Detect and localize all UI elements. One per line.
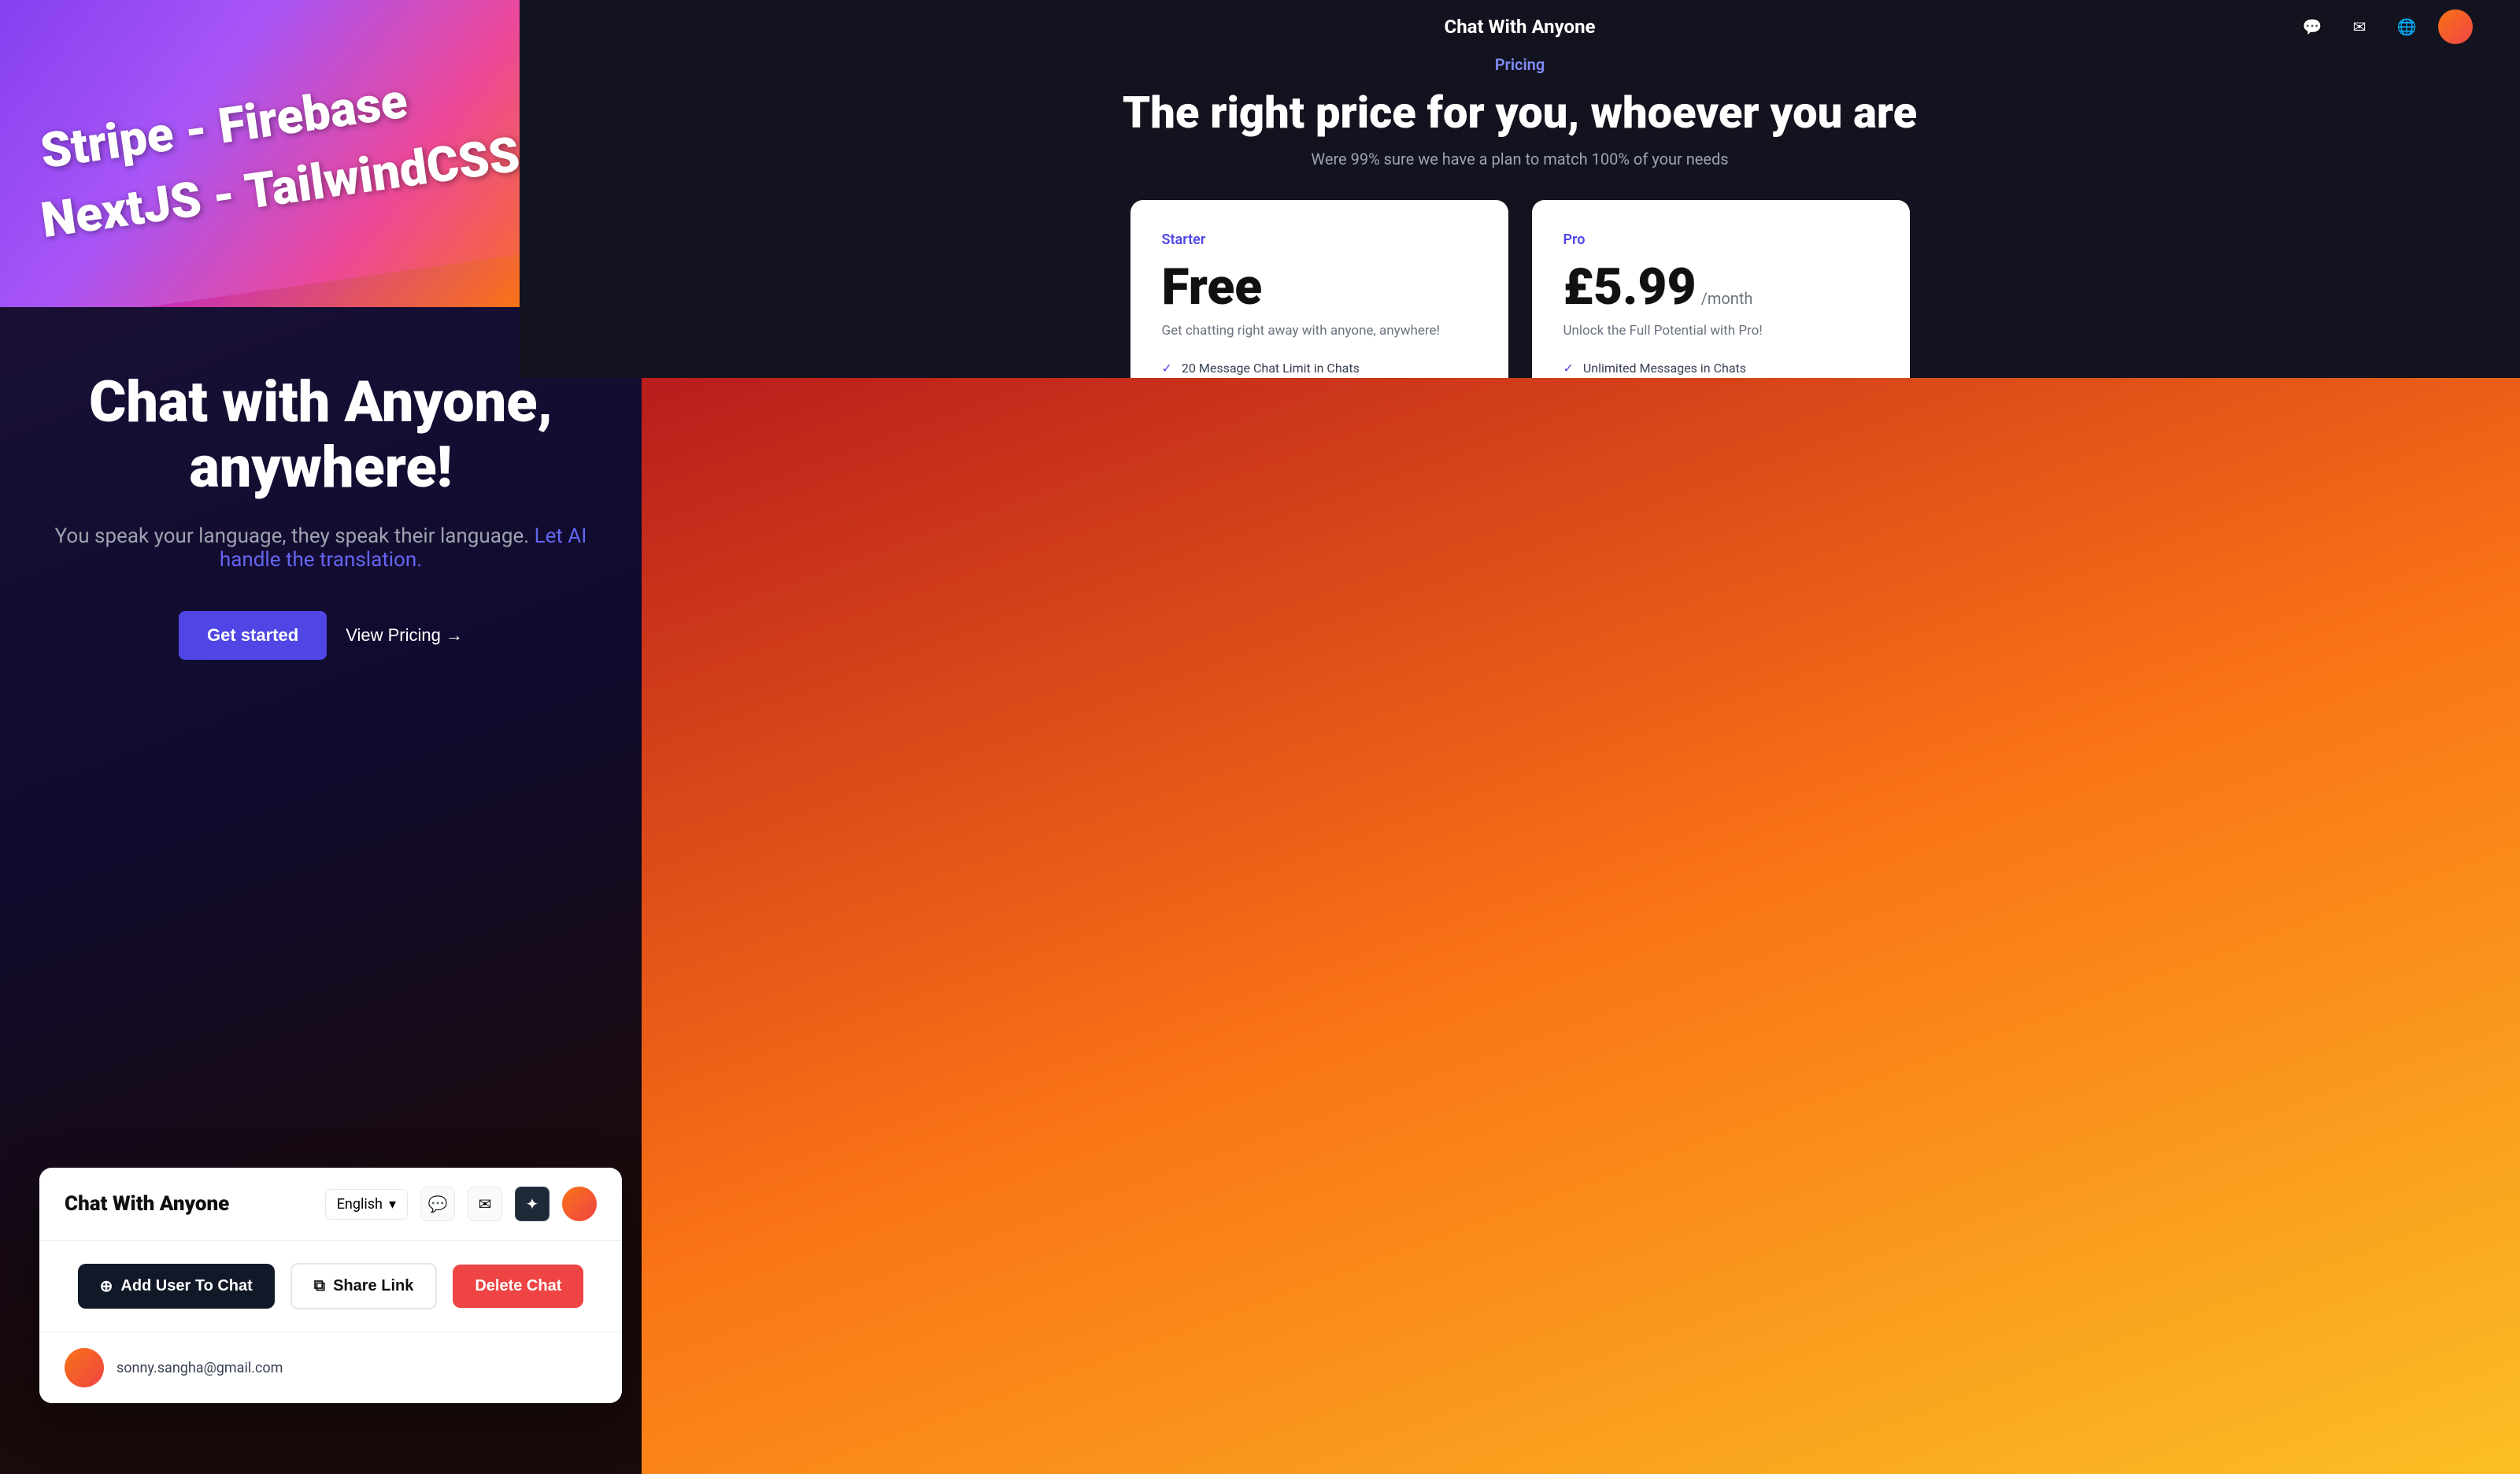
check-icon: ✓ [1162,361,1172,376]
nav-user-avatar[interactable] [2438,9,2473,44]
chevron-down-icon: ▾ [389,1196,396,1213]
pricing-cards: Starter Free Get chatting right away wit… [520,200,2520,378]
translate-icon-nav: 🌐 [2397,17,2417,36]
chat-user-row: sonny.sangha@gmail.com [39,1331,622,1403]
pricing-title: The right price for you, whoever you are [1123,87,1917,139]
pro-price: £5.99 [1563,257,1697,317]
message-icon-button[interactable]: ✉ [468,1187,502,1221]
chat-widget-actions: ⊕ Add User To Chat ⧉ Share Link Delete C… [39,1241,622,1331]
share-link-label: Share Link [333,1277,413,1295]
chat-widget: Chat With Anyone English ▾ 💬 ✉ ✦ [39,1168,622,1403]
chat-user-email: sonny.sangha@gmail.com [117,1360,283,1376]
hero-panel: Chat with Anyone,anywhere! You speak you… [0,307,642,1474]
chat-widget-header: Chat With Anyone English ▾ 💬 ✉ ✦ [39,1168,622,1241]
pricing-nav: Chat With Anyone 💬 ✉ 🌐 [520,16,2520,38]
banner-text-container: Stripe - Firebase NextJS - TailwindCSS [0,0,520,307]
plus-circle-icon: ⊕ [100,1276,113,1296]
add-user-label: Add User To Chat [120,1277,252,1295]
translate-icon-button[interactable]: ✦ [515,1187,550,1221]
pro-tier-label: Pro [1563,231,1878,248]
pro-description: Unlock the Full Potential with Pro! [1563,323,1878,339]
chat-bubble-icon-button[interactable]: 💬 [420,1187,455,1221]
chat-bubble-icon: 💬 [428,1194,448,1213]
hero-subtitle-text: You speak your language, they speak thei… [55,524,529,548]
chat-icon: 💬 [2303,17,2322,36]
chat-user-avatar [65,1348,104,1387]
share-link-button[interactable]: ⧉ Share Link [290,1263,438,1309]
hero-content: Chat with Anyone,anywhere! You speak you… [0,370,642,723]
pricing-badge: Pricing [1495,55,1545,74]
hero-subtitle: You speak your language, they speak thei… [47,524,594,572]
nav-chat-icon[interactable]: 💬 [2296,11,2328,43]
hero-buttons: Get started View Pricing → [179,611,463,660]
language-label: English [337,1196,383,1213]
orange-background-panel [642,378,2520,1474]
starter-price: Free [1162,257,1477,317]
chat-header-right: English ▾ 💬 ✉ ✦ [325,1187,597,1221]
pro-feature-1: ✓Unlimited Messages in Chats [1563,361,1878,376]
pro-card: Pro £5.99 /month Unlock the Full Potenti… [1532,200,1910,378]
pro-price-container: £5.99 /month [1563,257,1878,317]
chat-widget-logo: Chat With Anyone [65,1192,229,1216]
translate-icon: ✦ [526,1194,539,1213]
starter-tier-label: Starter [1162,231,1477,248]
pricing-nav-icons: 💬 ✉ 🌐 [2296,9,2473,44]
starter-description: Get chatting right away with anyone, any… [1162,323,1477,339]
user-avatar[interactable] [562,1187,597,1221]
language-selector[interactable]: English ▾ [325,1189,408,1220]
starter-card: Starter Free Get chatting right away wit… [1130,200,1508,378]
check-icon: ✓ [1563,361,1574,376]
get-started-button[interactable]: Get started [179,611,327,660]
nav-message-icon[interactable]: ✉ [2344,11,2375,43]
nav-translate-icon[interactable]: 🌐 [2391,11,2422,43]
pricing-panel: Chat With Anyone 💬 ✉ 🌐 Pricing The right… [520,0,2520,378]
copy-icon: ⧉ [314,1277,325,1295]
message-icon-nav: ✉ [2353,17,2366,36]
add-user-button[interactable]: ⊕ Add User To Chat [78,1264,275,1309]
delete-chat-button[interactable]: Delete Chat [453,1265,583,1308]
hero-title: Chat with Anyone,anywhere! [89,370,553,501]
pro-features: ✓Unlimited Messages in Chats ✓Unlimited … [1563,361,1878,378]
banner-panel: Stripe - Firebase NextJS - TailwindCSS [0,0,520,307]
starter-features: ✓20 Message Chat Limit in Chats ✓2 Parti… [1162,361,1477,378]
message-icon: ✉ [479,1194,492,1213]
pricing-nav-logo: Chat With Anyone [1444,16,1595,38]
pricing-subtitle: Were 99% sure we have a plan to match 10… [1311,150,1728,169]
pro-price-period: /month [1701,289,1753,308]
view-pricing-button[interactable]: View Pricing → [346,625,463,646]
starter-feature-1: ✓20 Message Chat Limit in Chats [1162,361,1477,376]
